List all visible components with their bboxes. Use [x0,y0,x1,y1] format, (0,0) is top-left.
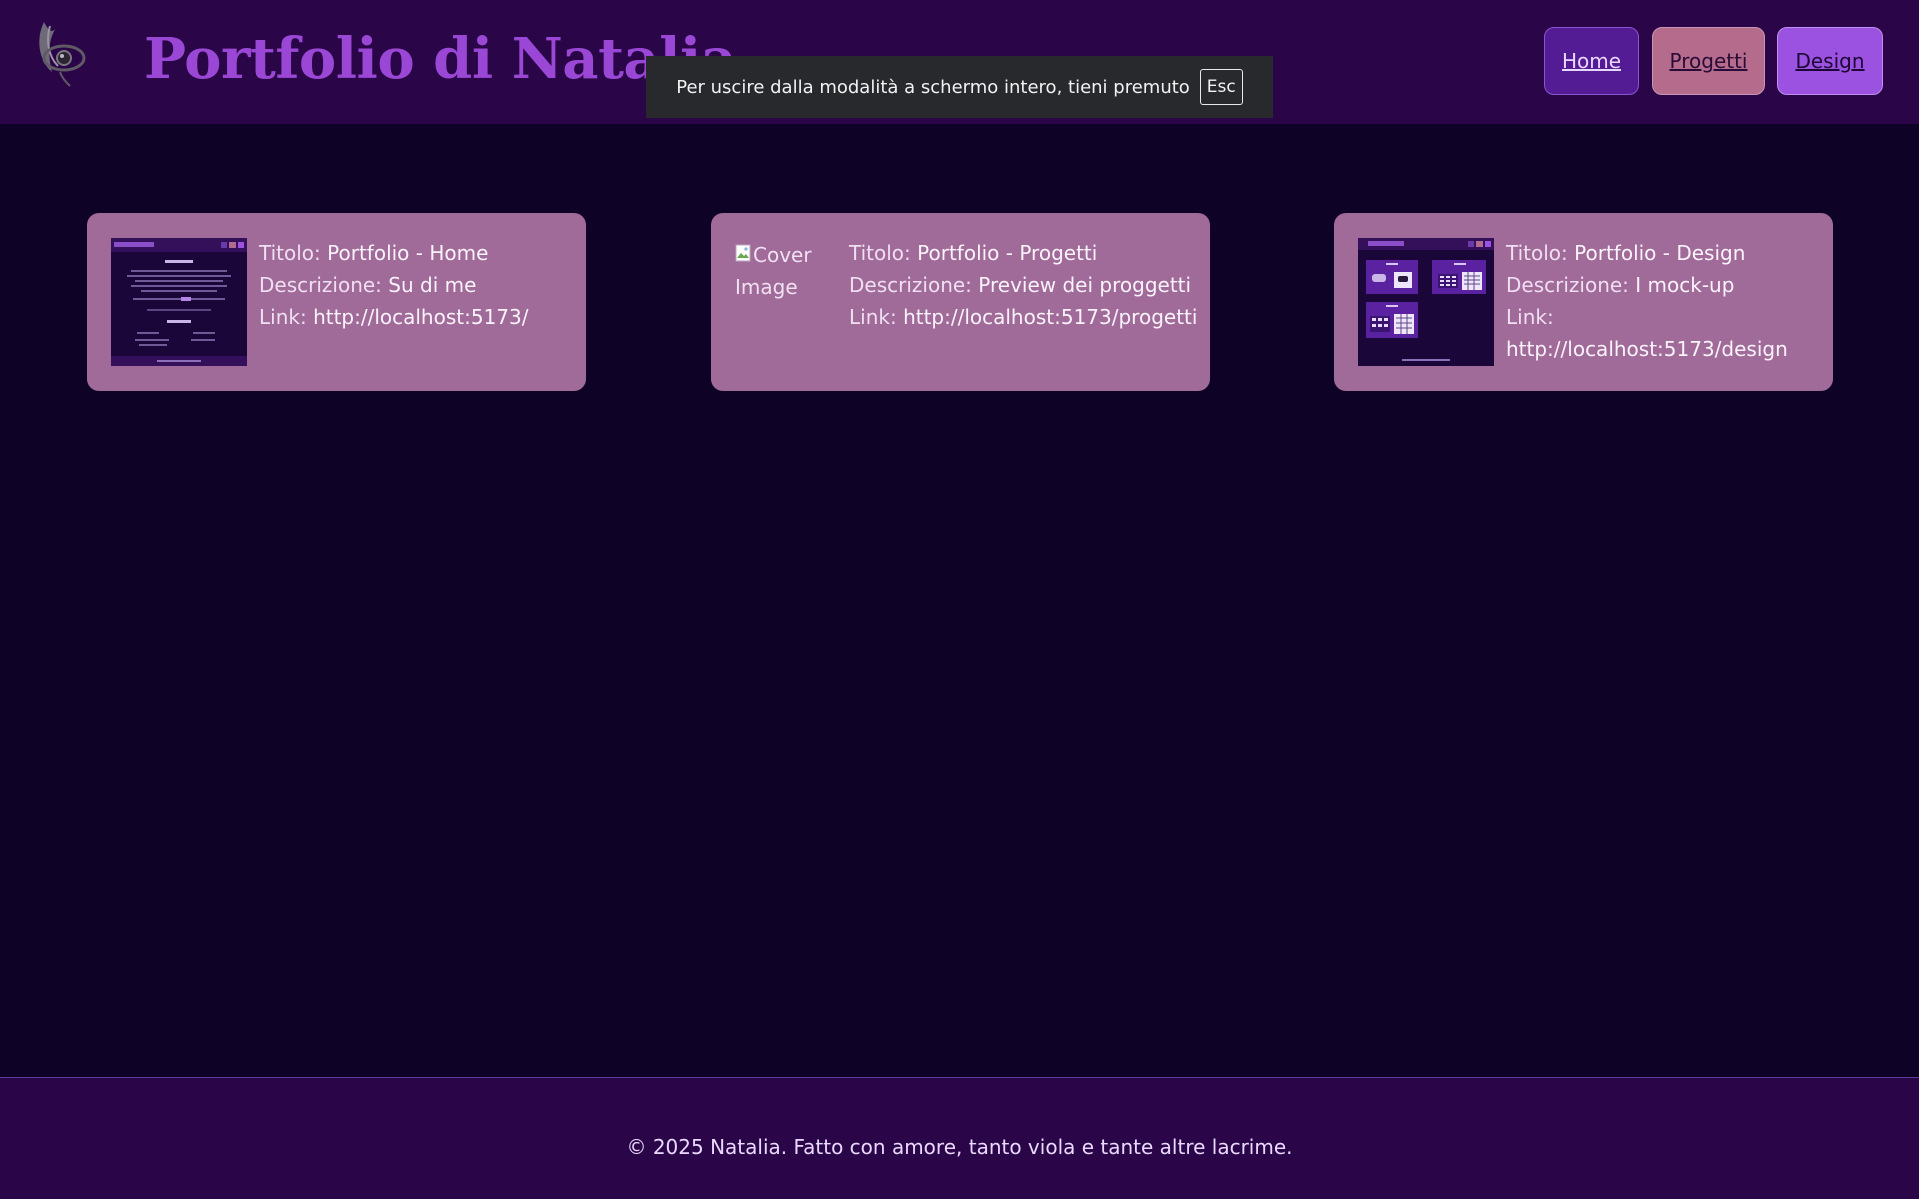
title-label: Titolo: [849,241,911,265]
description-label: Descrizione: [849,273,972,297]
broken-image-icon [735,244,751,262]
card-description: Su di me [388,273,477,297]
link-label: Link: [259,305,307,329]
home-page-screenshot-thumbnail [111,238,247,366]
nav-design-button[interactable]: Design [1777,27,1883,95]
project-card-home[interactable]: Titolo: Portfolio - Home Descrizione: Su… [87,213,586,391]
card-info: Titolo: Portfolio - Home Descrizione: Su… [259,237,569,333]
card-info: Titolo: Portfolio - Progetti Descrizione… [849,237,1199,333]
title-label: Titolo: [1506,241,1568,265]
card-title: Portfolio - Design [1574,241,1746,265]
project-card-design[interactable]: Titolo: Portfolio - Design Descrizione: … [1334,213,1833,391]
design-page-screenshot-thumbnail [1358,238,1494,366]
esc-key-badge: Esc [1199,69,1243,105]
description-label: Descrizione: [259,273,382,297]
description-label: Descrizione: [1506,273,1629,297]
card-link[interactable]: http://localhost:5173/design [1506,337,1788,361]
cover-image-alt-text: Cover Image [735,243,812,299]
site-footer: © 2025 Natalia. Fatto con amore, tanto v… [0,1077,1919,1199]
card-link[interactable]: http://localhost:5173/progetti [903,305,1197,329]
card-info: Titolo: Portfolio - Design Descrizione: … [1506,237,1821,365]
footer-copyright: © 2025 Natalia. Fatto con amore, tanto v… [626,1135,1293,1159]
nav-home-button[interactable]: Home [1544,27,1639,95]
eye-feather-logo-icon[interactable] [30,16,90,90]
card-title: Portfolio - Home [327,241,489,265]
card-description: Preview dei proggetti [978,273,1192,297]
link-label: Link: [1506,305,1554,329]
title-label: Titolo: [259,241,321,265]
card-title: Portfolio - Progetti [917,241,1098,265]
card-link[interactable]: http://localhost:5173/ [313,305,528,329]
project-card-progetti[interactable]: Cover Image Titolo: Portfolio - Progetti… [711,213,1210,391]
fullscreen-notice-text: Per uscire dalla modalità a schermo inte… [676,76,1190,98]
cover-image-broken: Cover Image [735,238,835,303]
fullscreen-exit-notice: Per uscire dalla modalità a schermo inte… [646,56,1273,118]
nav-progetti-button[interactable]: Progetti [1652,27,1765,95]
link-label: Link: [849,305,897,329]
card-description: I mock-up [1635,273,1735,297]
